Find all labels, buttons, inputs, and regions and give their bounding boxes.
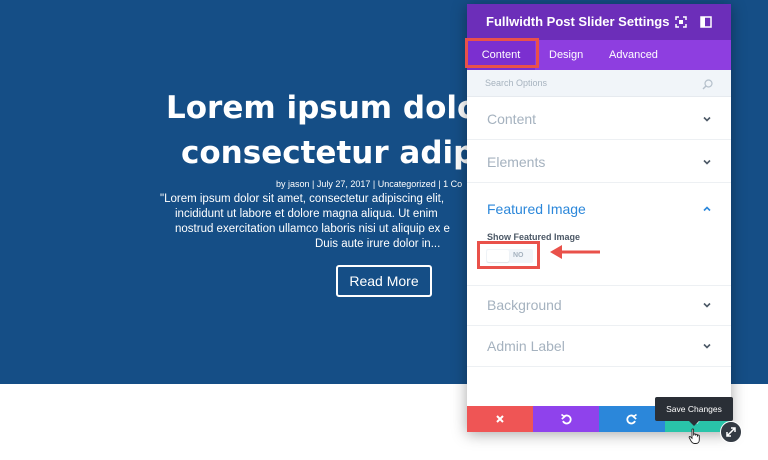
chevron-up-icon[interactable] (701, 202, 713, 214)
section-content[interactable]: Content (467, 96, 731, 140)
search-icon (702, 77, 713, 95)
discard-button[interactable] (467, 406, 533, 432)
section-label: Elements (487, 154, 546, 170)
toggle-state: NO (513, 252, 524, 259)
undo-icon (561, 413, 572, 425)
toggle-knob (487, 250, 509, 262)
show-featured-image-toggle[interactable]: NO (486, 249, 533, 263)
section-label[interactable]: Featured Image (487, 201, 586, 217)
save-changes-tooltip: Save Changes (655, 397, 733, 426)
sidebar-icon[interactable] (698, 14, 714, 30)
search-bar (467, 70, 731, 97)
search-input[interactable] (485, 75, 685, 91)
module-settings-modal: Fullwidth Post Slider Settings Content D… (467, 4, 731, 432)
read-more-button[interactable]: Read More (336, 265, 432, 297)
fullscreen-icon[interactable] (673, 14, 689, 30)
resize-icon (726, 427, 736, 437)
resize-handle[interactable] (720, 421, 742, 443)
modal-tabs: Content Design Advanced (467, 40, 731, 70)
chevron-down-icon (701, 339, 713, 351)
chevron-down-icon (701, 112, 713, 124)
chevron-down-icon (701, 155, 713, 167)
tab-design[interactable]: Design (549, 40, 583, 70)
modal-title: Fullwidth Post Slider Settings (486, 14, 670, 29)
redo-icon (626, 413, 637, 425)
section-elements[interactable]: Elements (467, 140, 731, 183)
section-label: Admin Label (487, 338, 565, 354)
close-icon (496, 415, 504, 423)
toggle-highlight: NO (477, 241, 540, 269)
tab-advanced[interactable]: Advanced (609, 40, 658, 70)
modal-header[interactable]: Fullwidth Post Slider Settings (467, 4, 731, 40)
section-admin-label[interactable]: Admin Label (467, 326, 731, 367)
section-background[interactable]: Background (467, 285, 731, 326)
tab-content[interactable]: Content (467, 40, 535, 70)
section-label: Content (487, 111, 537, 127)
slide-post-meta: by jason | July 27, 2017 | Uncategorized… (276, 179, 463, 189)
undo-button[interactable] (533, 406, 599, 432)
annotation-arrow-icon (548, 243, 602, 266)
section-label: Background (487, 297, 562, 313)
hand-cursor-icon (688, 428, 701, 449)
chevron-down-icon (701, 298, 713, 310)
slide-title-line-1: Lorem ipsum dolor (166, 90, 494, 126)
